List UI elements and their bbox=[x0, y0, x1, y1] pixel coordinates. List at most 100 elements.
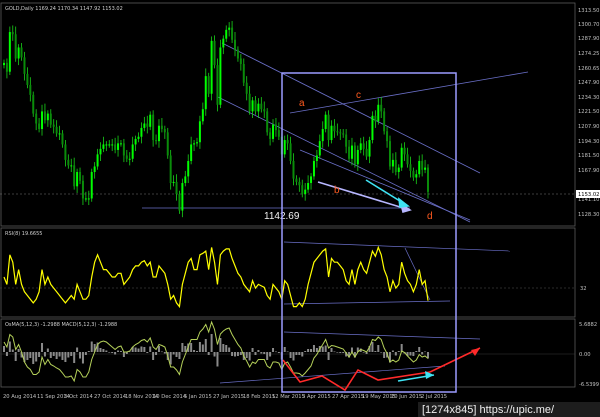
osma-bar bbox=[298, 352, 301, 355]
price-tick-9: 1194.30 bbox=[578, 139, 599, 145]
candle-body bbox=[146, 123, 149, 127]
gold-daily-chart: GOLD,Daily 1169.24 1170.34 1147.92 1153.… bbox=[0, 0, 600, 417]
osma-bar bbox=[397, 351, 400, 352]
candle-body bbox=[356, 149, 359, 165]
candle-body bbox=[228, 27, 231, 30]
osma-bar bbox=[32, 352, 35, 364]
osma-bar bbox=[143, 347, 146, 352]
candle-body bbox=[20, 47, 23, 58]
osma-bar bbox=[263, 352, 266, 354]
candle-body bbox=[409, 164, 412, 171]
osma-bar bbox=[76, 347, 79, 352]
candle-body bbox=[58, 133, 61, 135]
price-tick-0: 1313.50 bbox=[578, 8, 599, 14]
osma-bar bbox=[286, 351, 289, 353]
candle-body bbox=[184, 176, 187, 184]
candle-body bbox=[298, 181, 301, 186]
osma-tick-zero: 0.00 bbox=[579, 352, 591, 358]
osma-bar bbox=[64, 352, 67, 362]
candle-body bbox=[87, 198, 90, 200]
candle-body bbox=[260, 103, 263, 110]
candle-body bbox=[257, 103, 260, 112]
candle-body bbox=[201, 109, 204, 122]
osma-bar bbox=[239, 352, 242, 355]
candle-body bbox=[99, 148, 102, 155]
osma-bar bbox=[418, 347, 421, 352]
osma-bar bbox=[73, 352, 76, 363]
osma-bar bbox=[219, 338, 222, 352]
candle-body bbox=[274, 124, 277, 131]
candle-body bbox=[383, 111, 386, 132]
candle-body bbox=[312, 160, 315, 177]
candle-body bbox=[304, 189, 307, 195]
candle-body bbox=[324, 114, 327, 130]
candle-body bbox=[198, 121, 201, 143]
osma-bar bbox=[248, 352, 251, 361]
osma-bar bbox=[146, 352, 149, 353]
date-tick-11: 27 Apr 2015 bbox=[332, 394, 364, 400]
candle-body bbox=[254, 100, 257, 112]
candle-body bbox=[11, 32, 14, 35]
osma-bar bbox=[108, 352, 111, 353]
osma-bar bbox=[260, 352, 263, 354]
osma-bar bbox=[117, 350, 120, 352]
osma-bar bbox=[245, 352, 248, 358]
osma-bar bbox=[251, 348, 254, 352]
osma-bar bbox=[11, 349, 14, 352]
candle-body bbox=[348, 146, 351, 159]
candle-body bbox=[84, 198, 87, 200]
osma-bar bbox=[190, 343, 193, 352]
osma-bar bbox=[17, 349, 20, 352]
candle-body bbox=[388, 141, 391, 167]
candle-body bbox=[362, 143, 365, 149]
candle-body bbox=[415, 174, 418, 178]
candle-body bbox=[187, 160, 190, 177]
osma-bar bbox=[234, 352, 237, 357]
candle-body bbox=[35, 113, 38, 124]
candle-body bbox=[377, 104, 380, 122]
osma-bar bbox=[371, 342, 374, 352]
candle-body bbox=[245, 82, 248, 94]
osma-bar bbox=[3, 346, 5, 352]
candle-body bbox=[125, 155, 128, 159]
osma-bar bbox=[415, 351, 418, 352]
candle-body bbox=[310, 176, 313, 184]
candle-body bbox=[143, 123, 146, 128]
candle-body bbox=[236, 49, 239, 59]
wave-label-c: c bbox=[356, 90, 361, 101]
osma-bar bbox=[26, 352, 29, 360]
candle-body bbox=[178, 194, 181, 211]
date-tick-6: 5 Jan 2015 bbox=[184, 394, 212, 400]
candle-body bbox=[152, 114, 155, 141]
osma-bar bbox=[181, 343, 184, 352]
osma-bar bbox=[424, 351, 427, 353]
candle-body bbox=[374, 115, 377, 122]
osma-bar bbox=[269, 352, 272, 357]
candle-body bbox=[137, 136, 140, 139]
price-tick-8: 1207.90 bbox=[578, 124, 599, 130]
osma-bar bbox=[327, 352, 330, 360]
osma-bar bbox=[257, 350, 260, 352]
candle-body bbox=[391, 159, 394, 167]
osma-bar bbox=[304, 351, 307, 352]
osma-bar bbox=[362, 352, 365, 353]
candle-body bbox=[134, 138, 137, 145]
osma-bar bbox=[157, 346, 160, 352]
candle-body bbox=[225, 29, 228, 39]
candle-body bbox=[216, 65, 219, 105]
candle-body bbox=[149, 114, 152, 127]
osma-bar bbox=[333, 351, 336, 353]
candle-body bbox=[289, 143, 292, 161]
candle-body bbox=[330, 125, 333, 141]
candle-body bbox=[55, 126, 58, 134]
candle-body bbox=[117, 143, 120, 150]
rsi-level-label: 32 bbox=[580, 286, 587, 292]
date-tick-2: 3 Oct 2014 bbox=[64, 394, 93, 400]
candle-body bbox=[160, 125, 163, 130]
osma-bar bbox=[272, 348, 275, 352]
osma-bar bbox=[195, 351, 198, 352]
candle-body bbox=[73, 165, 76, 187]
candle-body bbox=[213, 40, 216, 66]
candle-body bbox=[406, 154, 409, 165]
candle-body bbox=[14, 34, 17, 59]
